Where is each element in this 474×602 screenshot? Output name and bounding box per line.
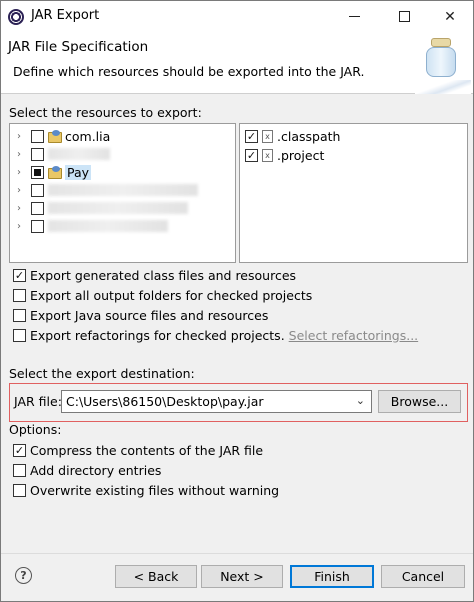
redacted-project-name: [48, 148, 110, 160]
options-label: Options:: [9, 422, 62, 437]
overwrite-label: Overwrite existing files without warning: [30, 482, 280, 498]
compress-checkbox[interactable]: [13, 443, 26, 457]
minimize-button[interactable]: [331, 1, 377, 32]
chevron-down-icon[interactable]: ›: [17, 167, 27, 178]
tree-item-project[interactable]: ›: [17, 181, 198, 199]
window-title: JAR Export: [31, 8, 100, 23]
tree-item-project[interactable]: › com.lia: [17, 127, 110, 145]
chevron-right-icon[interactable]: ›: [17, 221, 27, 232]
export-class-files-checkbox[interactable]: [13, 268, 26, 282]
close-button[interactable]: ✕: [427, 1, 473, 32]
redacted-project-name: [48, 202, 188, 214]
file-item[interactable]: x .project: [245, 146, 324, 164]
project-checkbox[interactable]: [31, 165, 44, 179]
browse-button[interactable]: Browse...: [378, 390, 461, 413]
tree-item-project[interactable]: ›: [17, 145, 110, 163]
compress-label: Compress the contents of the JAR file: [30, 442, 264, 458]
file-label: .classpath: [277, 128, 341, 144]
maximize-icon: [398, 11, 410, 22]
page-description: Define which resources should be exporte…: [13, 64, 365, 79]
jar-file-combo[interactable]: C:\Users\86150\Desktop\pay.jar ⌄: [61, 390, 372, 413]
project-checkbox[interactable]: [31, 183, 44, 197]
export-refactorings-checkbox[interactable]: [13, 328, 26, 342]
overwrite-checkbox[interactable]: [13, 483, 26, 497]
compress-option[interactable]: Compress the contents of the JAR file: [13, 441, 263, 459]
chevron-right-icon[interactable]: ›: [17, 185, 27, 196]
jar-file-label: JAR file:: [14, 394, 62, 409]
close-icon: ✕: [444, 8, 456, 25]
header-decoration: [415, 80, 471, 94]
file-checkbox[interactable]: [245, 148, 258, 162]
chevron-right-icon[interactable]: ›: [17, 203, 27, 214]
chevron-right-icon[interactable]: ›: [17, 149, 27, 160]
redacted-project-name: [48, 220, 168, 232]
overwrite-option[interactable]: Overwrite existing files without warning: [13, 481, 279, 499]
minimize-icon: [348, 16, 360, 17]
project-checkbox[interactable]: [31, 147, 44, 161]
export-class-files-option[interactable]: Export generated class files and resourc…: [13, 266, 296, 284]
eclipse-icon: [8, 9, 24, 25]
export-refactorings-option[interactable]: Export refactorings for checked projects…: [13, 326, 418, 344]
project-label: com.lia: [65, 128, 111, 144]
tree-item-project[interactable]: › Pay: [17, 163, 92, 181]
file-item[interactable]: x .classpath: [245, 127, 340, 145]
export-java-source-checkbox[interactable]: [13, 308, 26, 322]
file-checkbox[interactable]: [245, 129, 258, 143]
resources-label: Select the resources to export:: [9, 105, 202, 120]
project-label: Pay: [65, 164, 92, 180]
tree-item-project[interactable]: ›: [17, 217, 168, 235]
project-checkbox[interactable]: [31, 219, 44, 233]
jar-export-dialog: JAR Export ✕ JAR File Specification Defi…: [0, 0, 474, 602]
destination-label: Select the export destination:: [9, 366, 195, 381]
title-bar: JAR Export ✕: [1, 1, 473, 32]
export-class-files-label: Export generated class files and resourc…: [30, 267, 297, 283]
chevron-down-icon[interactable]: ⌄: [356, 394, 365, 407]
export-output-folders-checkbox[interactable]: [13, 288, 26, 302]
jar-icon: [424, 38, 464, 80]
help-icon[interactable]: ?: [15, 567, 32, 584]
directory-entries-option[interactable]: Add directory entries: [13, 461, 161, 479]
select-refactorings-link[interactable]: Select refactorings...: [289, 328, 418, 343]
export-output-folders-option[interactable]: Export all output folders for checked pr…: [13, 286, 312, 304]
cancel-button[interactable]: Cancel: [381, 565, 465, 588]
redacted-project-name: [48, 184, 198, 196]
directory-entries-checkbox[interactable]: [13, 463, 26, 477]
file-label: .project: [277, 147, 325, 163]
export-refactorings-label: Export refactorings for checked projects…: [30, 327, 285, 343]
file-icon: x: [262, 129, 273, 143]
project-checkbox[interactable]: [31, 201, 44, 215]
maximize-button[interactable]: [381, 1, 427, 32]
export-java-source-option[interactable]: Export Java source files and resources: [13, 306, 268, 324]
project-checkbox[interactable]: [31, 129, 44, 143]
project-icon: [48, 166, 62, 179]
directory-entries-label: Add directory entries: [30, 462, 162, 478]
chevron-right-icon[interactable]: ›: [17, 131, 27, 142]
tree-item-project[interactable]: ›: [17, 199, 188, 217]
project-icon: [48, 130, 62, 143]
file-list[interactable]: x .classpath x .project: [239, 123, 468, 263]
wizard-header: JAR File Specification Define which reso…: [1, 32, 473, 94]
export-output-folders-label: Export all output folders for checked pr…: [30, 287, 313, 303]
back-button[interactable]: < Back: [115, 565, 197, 588]
page-title: JAR File Specification: [8, 39, 149, 55]
next-button[interactable]: Next >: [201, 565, 283, 588]
project-tree[interactable]: › com.lia › › Pay › › ›: [9, 123, 236, 263]
footer-separator: [1, 553, 473, 554]
finish-button[interactable]: Finish: [290, 565, 374, 588]
jar-file-value: C:\Users\86150\Desktop\pay.jar: [66, 394, 264, 409]
file-icon: x: [262, 148, 273, 162]
export-java-source-label: Export Java source files and resources: [30, 307, 269, 323]
